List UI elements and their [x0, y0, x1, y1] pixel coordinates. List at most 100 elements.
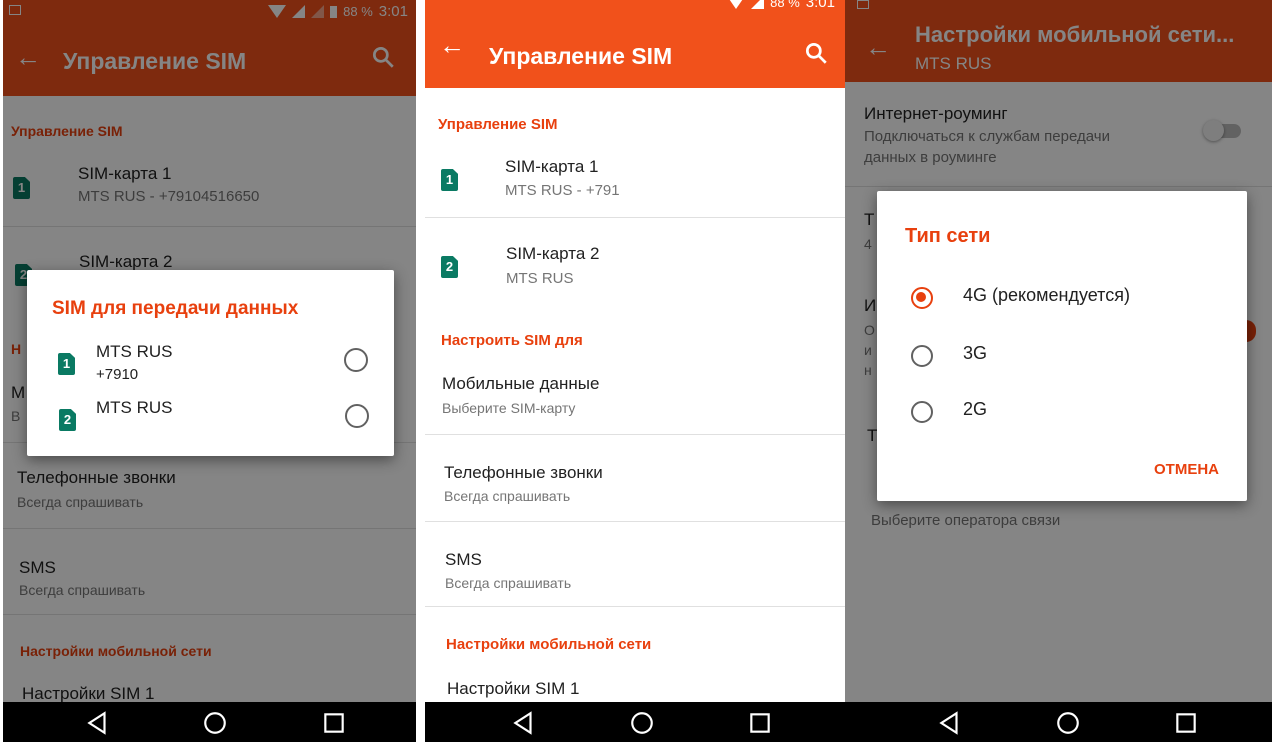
- wifi-icon: [727, 0, 746, 9]
- accent-toggle-edge: [1246, 320, 1256, 342]
- calls-sub: Всегда спрашивать: [17, 494, 144, 510]
- sms-title: SMS: [19, 558, 56, 577]
- partial-text: О: [864, 322, 875, 338]
- list-item-sim1[interactable]: 1 SIM-карта 1 MTS RUS - +79104516650: [3, 144, 416, 226]
- screen-mobile-network-dialog: ← Настройки мобильной сети... MTS RUS Ин…: [845, 0, 1272, 742]
- page-title: Управление SIM: [63, 48, 247, 74]
- cancel-button[interactable]: ОТМЕНА: [1154, 461, 1219, 478]
- dialog-title: SIM для передачи данных: [52, 298, 299, 319]
- network-type-dialog: Тип сети 4G (рекомендуется) 3G 2G ОТМЕНА: [877, 191, 1247, 501]
- option-label: 2G: [963, 399, 988, 419]
- status-bar: 88 % 3:01: [425, 0, 855, 12]
- sim2-name: SIM-карта 2: [506, 244, 600, 263]
- list-item-sim-settings[interactable]: Настройки SIM 1: [447, 679, 579, 699]
- mobile-data-sub: Выберите SIM-карту: [442, 400, 576, 416]
- radio-button[interactable]: [344, 348, 368, 372]
- search-icon[interactable]: [803, 40, 829, 66]
- dialog-option-sim1[interactable]: 1 MTS RUS +7910: [27, 336, 394, 388]
- roaming-sub: Подключаться к службам передачи данных в…: [864, 128, 1110, 166]
- signal-icon: [751, 0, 765, 9]
- list-item-sim1[interactable]: 1 SIM-карта 1 MTS RUS - +791: [425, 138, 855, 218]
- signal-icon: [292, 5, 306, 18]
- navigation-bar: [425, 702, 855, 742]
- divider: [425, 606, 855, 607]
- page-title: Управление SIM: [489, 43, 673, 69]
- nav-recents-icon[interactable]: [747, 710, 773, 736]
- app-bar: ← Управление SIM: [425, 12, 855, 88]
- option-number: +7910: [96, 366, 139, 383]
- nav-recents-icon[interactable]: [1173, 710, 1199, 736]
- partial-text: и: [864, 342, 872, 358]
- dialog-option-3g[interactable]: 3G: [877, 327, 1247, 383]
- clock: 3:01: [378, 3, 408, 20]
- signal-2-icon: [311, 5, 325, 18]
- wifi-icon: [268, 5, 287, 18]
- list-item-sim-settings[interactable]: Настройки SIM 1: [22, 684, 154, 704]
- mobile-data-title: Мобильные данные: [442, 374, 600, 393]
- back-arrow-icon[interactable]: ←: [15, 44, 41, 70]
- nav-home-icon[interactable]: [1055, 710, 1081, 736]
- partial-text: М: [11, 383, 26, 402]
- status-bar: [845, 0, 1272, 14]
- roaming-title: Интернет-роуминг: [864, 104, 1008, 123]
- partial-text: Т: [867, 426, 878, 445]
- page-subtitle: MTS RUS: [915, 54, 992, 73]
- sim1-name: SIM-карта 1: [505, 157, 599, 176]
- nav-recents-icon[interactable]: [321, 710, 347, 736]
- option-label: 3G: [963, 343, 988, 363]
- nav-back-icon[interactable]: [511, 710, 537, 736]
- sim2-badge-icon: 2: [59, 409, 76, 431]
- page-title: Настройки мобильной сети...: [915, 22, 1235, 47]
- radio-button-selected[interactable]: [911, 287, 933, 309]
- clock: 3:01: [805, 0, 835, 11]
- section-header-network: Настройки мобильной сети: [20, 643, 212, 659]
- sms-sub: Всегда спрашивать: [445, 575, 572, 591]
- partial-text: н: [864, 362, 872, 378]
- sim2-detail: MTS RUS: [506, 270, 574, 287]
- navigation-bar: [3, 702, 416, 742]
- list-item-roaming[interactable]: Интернет-роуминг Подключаться к службам …: [845, 82, 1272, 186]
- dialog-option-4g[interactable]: 4G (рекомендуется): [877, 269, 1247, 325]
- list-item-sim2[interactable]: 2 SIM-карта 2 MTS RUS: [425, 218, 855, 298]
- search-icon[interactable]: [370, 44, 396, 70]
- nav-back-icon[interactable]: [85, 710, 111, 736]
- radio-button[interactable]: [911, 345, 933, 367]
- operator-sub[interactable]: Выберите оператора связи: [871, 512, 1060, 529]
- radio-button[interactable]: [911, 401, 933, 423]
- list-item-mobile-data[interactable]: Мобильные данные Выберите SIM-карту: [425, 350, 855, 434]
- sim2-badge-icon: 2: [441, 256, 458, 278]
- section-header-network: Настройки мобильной сети: [446, 636, 652, 653]
- option-name: MTS RUS: [96, 342, 173, 361]
- screen-sim-management: 88 % 3:01 ← Управление SIM Управление SI…: [425, 0, 855, 742]
- partial-text: В: [11, 408, 21, 424]
- screen-sim-management-dialog: 88 % 3:01 ← Управление SIM Управление SI…: [3, 0, 416, 742]
- back-arrow-icon[interactable]: ←: [439, 32, 465, 58]
- nav-home-icon[interactable]: [202, 710, 228, 736]
- partial-text: 4: [864, 236, 872, 252]
- nav-back-icon[interactable]: [937, 710, 963, 736]
- sim1-detail: MTS RUS - +79104516650: [78, 188, 260, 205]
- dialog-option-2g[interactable]: 2G: [877, 383, 1247, 439]
- battery-percent: 88 %: [343, 4, 373, 19]
- partial-text: Н: [11, 341, 22, 357]
- list-item-sms[interactable]: SMS Всегда спрашивать: [3, 528, 416, 614]
- list-item-calls[interactable]: Телефонные звонки Всегда спрашивать: [425, 435, 855, 521]
- section-header-setup: Настроить SIM для: [441, 332, 583, 349]
- divider: [3, 614, 416, 615]
- roaming-toggle[interactable]: [1203, 120, 1241, 141]
- option-name: MTS RUS: [96, 398, 173, 417]
- sim1-badge-icon: 1: [13, 177, 30, 199]
- sim1-badge-icon: 1: [441, 169, 458, 191]
- calls-sub: Всегда спрашивать: [444, 488, 571, 504]
- sms-sub: Всегда спрашивать: [19, 582, 146, 598]
- list-item-sms[interactable]: SMS Всегда спрашивать: [425, 522, 855, 606]
- back-arrow-icon[interactable]: ←: [865, 34, 891, 60]
- app-bar: ← Управление SIM: [3, 22, 416, 96]
- radio-button[interactable]: [345, 404, 369, 428]
- dialog-option-sim2[interactable]: 2 MTS RUS: [27, 392, 394, 444]
- navigation-bar: [845, 702, 1272, 742]
- status-bar: 88 % 3:01: [3, 0, 416, 22]
- nav-home-icon[interactable]: [629, 710, 655, 736]
- sim1-detail: MTS RUS - +791: [505, 182, 620, 199]
- dialog-title: Тип сети: [905, 225, 991, 247]
